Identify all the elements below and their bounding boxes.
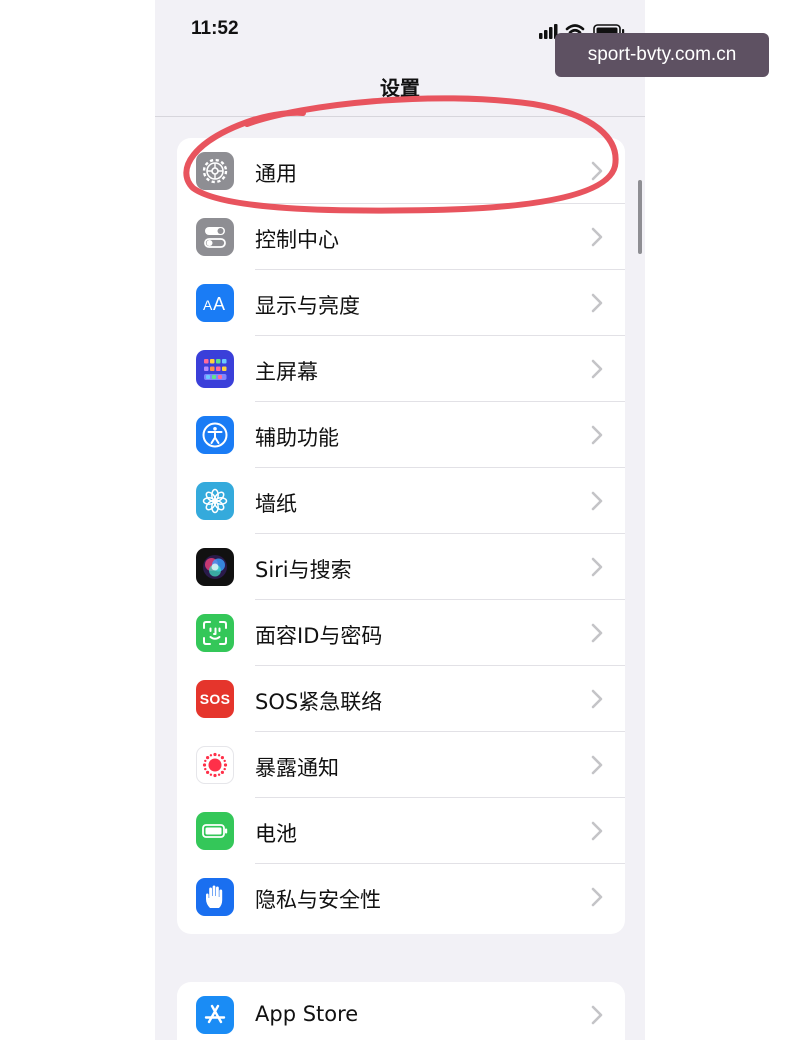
- settings-row-label: 通用: [255, 162, 297, 186]
- settings-row-label: 面容ID与密码: [255, 624, 383, 648]
- settings-row-battery[interactable]: 电池: [177, 798, 625, 864]
- settings-row-label: 墙纸: [255, 492, 297, 516]
- chevron-right-icon: [591, 755, 603, 775]
- wallpaper-icon: [196, 482, 234, 520]
- settings-row-exposure-notifications[interactable]: 暴露通知: [177, 732, 625, 798]
- app-store-icon: [196, 996, 234, 1034]
- svg-text:A: A: [213, 294, 225, 314]
- settings-group: 通用 控制中心 A A 显示与亮度 主屏幕 辅助功能 墙纸 Siri与搜索 面容…: [177, 138, 625, 934]
- chevron-right-icon: [591, 359, 603, 379]
- chevron-right-icon: [591, 491, 603, 511]
- settings-row-label: 主屏幕: [255, 360, 318, 384]
- scrollbar[interactable]: [638, 180, 642, 254]
- settings-row-label: 控制中心: [255, 228, 339, 252]
- chevron-right-icon: [591, 425, 603, 445]
- settings-row-label: App Store: [255, 1002, 359, 1026]
- siri-icon: [196, 548, 234, 586]
- status-time: 11:52: [191, 18, 239, 39]
- store-group: App Store: [177, 982, 625, 1040]
- settings-row-privacy-security[interactable]: 隐私与安全性: [177, 864, 625, 930]
- settings-row-label: 隐私与安全性: [255, 888, 381, 912]
- settings-row-face-id-passcode[interactable]: 面容ID与密码: [177, 600, 625, 666]
- settings-row-emergency-sos[interactable]: SOS SOS紧急联络: [177, 666, 625, 732]
- nav-divider: [155, 116, 645, 117]
- settings-row-general[interactable]: 通用: [177, 138, 625, 204]
- settings-row-control-center[interactable]: 控制中心: [177, 204, 625, 270]
- home-screen-icon: [196, 350, 234, 388]
- settings-row-label: 电池: [255, 822, 297, 846]
- display-brightness-icon: A A: [196, 284, 234, 322]
- watermark: sport-bvty.com.cn: [555, 33, 769, 77]
- settings-row-app-store[interactable]: App Store: [177, 982, 625, 1040]
- battery-icon: [196, 812, 234, 850]
- chevron-right-icon: [591, 689, 603, 709]
- settings-row-siri-search[interactable]: Siri与搜索: [177, 534, 625, 600]
- gear-icon: [196, 152, 234, 190]
- settings-row-label: 辅助功能: [255, 426, 339, 450]
- accessibility-icon: [196, 416, 234, 454]
- settings-row-label: 显示与亮度: [255, 294, 360, 318]
- chevron-right-icon: [591, 623, 603, 643]
- settings-screen: 11:52 设置 通用 控制中心 A A 显示与亮度 主屏幕 辅助功能 墙纸 S…: [155, 0, 645, 1040]
- privacy-hand-icon: [196, 878, 234, 916]
- settings-row-label: SOS紧急联络: [255, 690, 383, 714]
- chevron-right-icon: [591, 557, 603, 577]
- svg-text:A: A: [203, 297, 213, 313]
- settings-row-accessibility[interactable]: 辅助功能: [177, 402, 625, 468]
- settings-row-label: 暴露通知: [255, 756, 339, 780]
- exposure-notification-icon: [196, 746, 234, 784]
- chevron-right-icon: [591, 227, 603, 247]
- settings-row-display-brightness[interactable]: A A 显示与亮度: [177, 270, 625, 336]
- chevron-right-icon: [591, 1005, 603, 1025]
- face-id-icon: [196, 614, 234, 652]
- chevron-right-icon: [591, 887, 603, 907]
- chevron-right-icon: [591, 161, 603, 181]
- page: 11:52 设置 通用 控制中心 A A 显示与亮度 主屏幕 辅助功能 墙纸 S…: [0, 0, 800, 1040]
- sos-icon-text: SOS: [199, 691, 231, 707]
- chevron-right-icon: [591, 821, 603, 841]
- settings-row-wallpaper[interactable]: 墙纸: [177, 468, 625, 534]
- settings-row-label: Siri与搜索: [255, 558, 352, 582]
- sos-icon: SOS: [196, 680, 234, 718]
- chevron-right-icon: [591, 293, 603, 313]
- control-center-icon: [196, 218, 234, 256]
- settings-row-home-screen[interactable]: 主屏幕: [177, 336, 625, 402]
